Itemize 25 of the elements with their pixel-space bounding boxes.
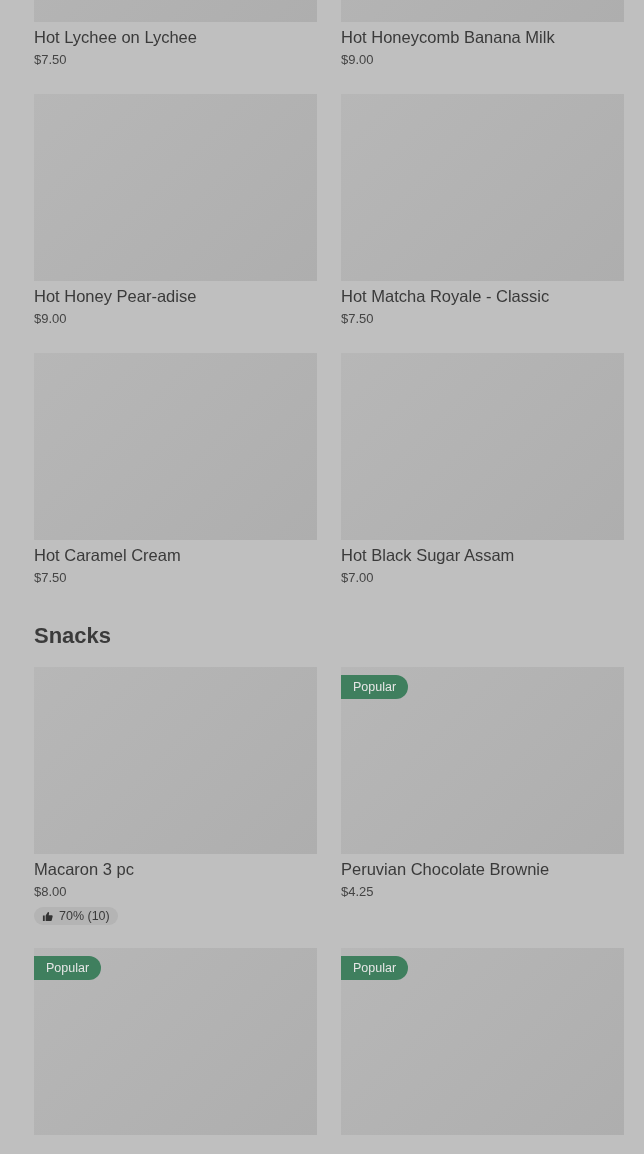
thumbs-up-icon: [42, 910, 53, 922]
popular-badge: Popular: [34, 956, 102, 980]
item-price: $7.00: [341, 569, 375, 587]
item-price: $9.00: [34, 310, 68, 328]
item-price: $8.00: [34, 883, 68, 901]
item-name[interactable]: Hot Black Sugar Assam: [341, 544, 624, 566]
image-placeholder[interactable]: Popular: [341, 667, 624, 854]
item-name[interactable]: Macaron 3 pc: [34, 858, 317, 880]
item-name[interactable]: Hot Matcha Royale - Classic: [341, 285, 624, 307]
popular-badge: Popular: [341, 675, 409, 699]
item-price: $7.50: [341, 310, 375, 328]
item-price: $7.50: [34, 569, 68, 587]
item-price: $4.25: [341, 883, 375, 901]
popular-badge: Popular: [341, 956, 409, 980]
item-name[interactable]: Hot Honeycomb Banana Milk: [341, 26, 624, 48]
item-name[interactable]: Hot Honey Pear-adise: [34, 285, 317, 307]
rating-text: 70% (10): [59, 909, 110, 923]
section-heading: Snacks: [34, 623, 113, 649]
item-price: $9.00: [341, 51, 375, 69]
image-placeholder[interactable]: Popular: [34, 948, 317, 1135]
item-name[interactable]: Hot Caramel Cream: [34, 544, 317, 566]
item-name[interactable]: Hot Lychee on Lychee: [34, 26, 317, 48]
image-placeholder[interactable]: Popular: [341, 948, 624, 1135]
item-name[interactable]: Peruvian Chocolate Brownie: [341, 858, 624, 880]
item-price: $7.50: [34, 51, 68, 69]
